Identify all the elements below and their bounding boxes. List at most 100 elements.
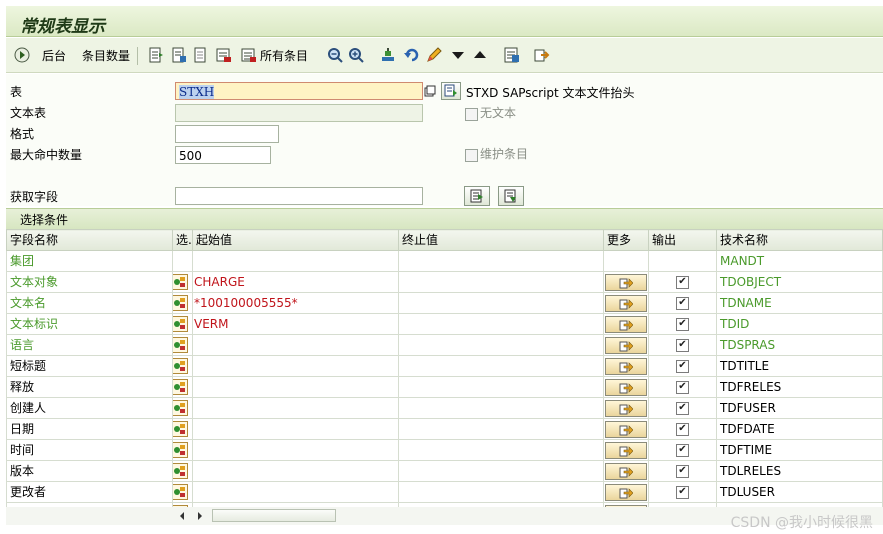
field-name-cell: 释放 xyxy=(6,376,173,398)
scroll-left-icon[interactable] xyxy=(178,511,186,521)
edit-pencil-icon[interactable] xyxy=(426,47,442,63)
selection-option-icon[interactable] xyxy=(173,463,189,479)
to-value-cell[interactable] xyxy=(398,271,604,293)
from-value-cell[interactable]: *100100005555* xyxy=(192,292,399,314)
from-value-cell[interactable] xyxy=(192,376,399,398)
from-value-cell[interactable] xyxy=(192,418,399,440)
zoom-in-icon[interactable] xyxy=(348,47,364,63)
multiple-selection-button[interactable] xyxy=(605,336,647,354)
to-value-cell[interactable] xyxy=(398,250,604,272)
output-checkbox[interactable]: ✔ xyxy=(676,380,689,394)
layout-icon[interactable] xyxy=(380,47,396,63)
multiple-selection-button[interactable] xyxy=(605,420,647,438)
from-value-cell[interactable] xyxy=(192,397,399,419)
output-checkbox[interactable]: ✔ xyxy=(676,443,689,457)
scroll-right-icon[interactable] xyxy=(196,511,204,521)
selection-option-icon[interactable] xyxy=(173,316,189,332)
output-checkbox[interactable]: ✔ xyxy=(676,296,689,310)
to-value-cell[interactable] xyxy=(398,376,604,398)
multiple-selection-button[interactable] xyxy=(605,273,647,291)
output-cell: ✔ xyxy=(648,460,717,482)
sort-descending-icon[interactable] xyxy=(450,47,466,63)
from-value-cell[interactable]: VERM xyxy=(192,313,399,335)
to-value-cell[interactable] xyxy=(398,460,604,482)
select-options-icon[interactable] xyxy=(171,47,187,63)
tech-name-cell: TDOBJECT xyxy=(716,271,883,293)
output-checkbox[interactable]: ✔ xyxy=(676,317,689,331)
output-checkbox[interactable]: ✔ xyxy=(676,485,689,499)
selection-option-icon[interactable] xyxy=(173,295,189,311)
multiple-selection-button[interactable] xyxy=(605,294,647,312)
multiple-selection-button[interactable] xyxy=(605,357,647,375)
execute-icon[interactable] xyxy=(14,47,30,63)
output-checkbox[interactable]: ✔ xyxy=(676,275,689,289)
to-value-cell[interactable] xyxy=(398,397,604,419)
watermark: CSDN @我小时候很黑 xyxy=(730,515,873,531)
table-input[interactable]: STXH xyxy=(175,82,423,100)
export-icon[interactable] xyxy=(534,47,550,63)
from-value-cell[interactable] xyxy=(192,439,399,461)
multiple-selection-button[interactable] xyxy=(605,315,647,333)
scrollbar-thumb[interactable] xyxy=(212,509,336,522)
table-settings-icon[interactable] xyxy=(504,47,520,63)
selection-option-icon[interactable] xyxy=(173,400,189,416)
to-value-cell[interactable] xyxy=(398,313,604,335)
column-header-to: 终止值 xyxy=(398,229,604,251)
from-value-cell[interactable]: CHARGE xyxy=(192,271,399,293)
to-value-cell[interactable] xyxy=(398,292,604,314)
entries-count-button[interactable]: 条目数量 xyxy=(82,47,130,65)
multiple-selection-button[interactable] xyxy=(605,462,647,480)
sort-ascending-icon[interactable] xyxy=(472,47,488,63)
value-help-button[interactable] xyxy=(441,82,461,100)
copy-icon[interactable] xyxy=(424,85,436,97)
get-field-input[interactable] xyxy=(175,187,423,205)
from-value-cell[interactable] xyxy=(192,355,399,377)
zoom-out-icon[interactable] xyxy=(327,47,343,63)
multiple-selection-button[interactable] xyxy=(605,441,647,459)
output-checkbox[interactable]: ✔ xyxy=(676,401,689,415)
more-cell xyxy=(603,271,649,293)
selection-option-icon[interactable] xyxy=(173,337,189,353)
all-entries-button[interactable]: 所有条目 xyxy=(260,47,308,65)
selection-option-icon[interactable] xyxy=(173,379,189,395)
selection-option-icon[interactable] xyxy=(173,358,189,374)
format-input[interactable] xyxy=(175,125,279,143)
undo-icon[interactable] xyxy=(404,47,420,63)
from-value-cell[interactable] xyxy=(192,460,399,482)
more-cell xyxy=(603,460,649,482)
field-list-icon xyxy=(470,189,483,203)
delete-selection-icon[interactable] xyxy=(216,47,232,63)
from-value-cell[interactable] xyxy=(192,481,399,503)
to-value-cell[interactable] xyxy=(398,481,604,503)
output-cell: ✔ xyxy=(648,334,717,356)
field-selection-icon[interactable] xyxy=(148,47,164,63)
from-value-cell[interactable] xyxy=(192,250,399,272)
multiple-selection-button[interactable] xyxy=(605,378,647,396)
from-value-cell[interactable] xyxy=(192,334,399,356)
to-value-cell[interactable] xyxy=(398,334,604,356)
to-value-cell[interactable] xyxy=(398,439,604,461)
all-entries-icon[interactable] xyxy=(241,47,257,63)
selection-option-icon[interactable] xyxy=(173,484,189,500)
to-value-cell[interactable] xyxy=(398,355,604,377)
to-value-cell[interactable] xyxy=(398,418,604,440)
output-checkbox[interactable]: ✔ xyxy=(676,359,689,373)
selection-option-icon[interactable] xyxy=(173,442,189,458)
multiple-selection-icon[interactable] xyxy=(193,47,209,63)
get-field-options-button[interactable] xyxy=(498,186,524,206)
output-checkbox[interactable]: ✔ xyxy=(676,338,689,352)
arrow-right-icon xyxy=(619,403,633,414)
table-header-row: 字段名称 选. 起始值 终止值 更多 输出 技术名称 xyxy=(6,229,883,251)
arrow-right-icon xyxy=(619,424,633,435)
multiple-selection-button[interactable] xyxy=(605,399,647,417)
output-checkbox[interactable]: ✔ xyxy=(676,422,689,436)
max-hits-input[interactable]: 500 xyxy=(175,146,271,164)
background-button[interactable]: 后台 xyxy=(42,47,66,65)
multiple-selection-button[interactable] xyxy=(605,483,647,501)
window-title: 常规表显示 xyxy=(20,17,105,37)
output-checkbox[interactable]: ✔ xyxy=(676,464,689,478)
table-row: 文本标识 VERM ✔ TDID xyxy=(6,313,883,335)
selection-option-icon[interactable] xyxy=(173,274,189,290)
get-field-button[interactable] xyxy=(464,186,490,206)
selection-option-icon[interactable] xyxy=(173,421,189,437)
